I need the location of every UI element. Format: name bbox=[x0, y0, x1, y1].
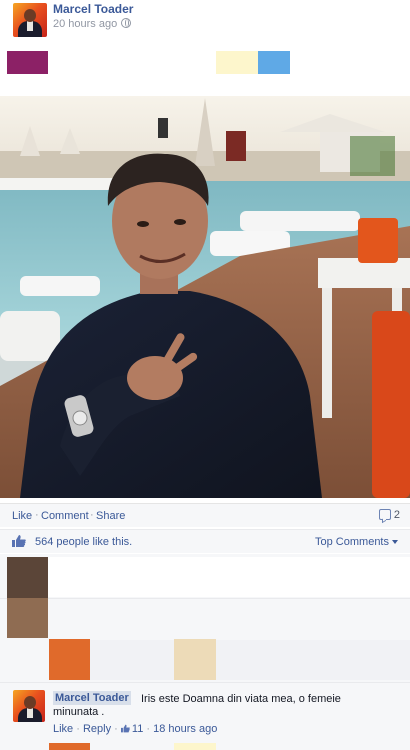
comment-author-name[interactable]: Marcel Toader bbox=[53, 691, 131, 705]
top-comments-label: Top Comments bbox=[315, 536, 389, 548]
comment-bubble-icon bbox=[378, 509, 391, 520]
post-time-text[interactable]: 20 hours ago bbox=[53, 18, 117, 30]
chevron-down-icon bbox=[392, 540, 398, 544]
comment-link[interactable]: Comment bbox=[41, 510, 89, 522]
separator-dot: · bbox=[76, 723, 80, 735]
post-actions-bar: Like · Comment · Share 2 bbox=[0, 503, 410, 527]
comment-count[interactable]: 2 bbox=[378, 509, 400, 521]
swatch-brown-dark bbox=[7, 557, 48, 598]
separator-dot: · bbox=[146, 723, 151, 735]
swatch-sky bbox=[258, 51, 290, 74]
like-link[interactable]: Like bbox=[12, 510, 32, 522]
author-avatar[interactable] bbox=[13, 3, 47, 37]
likes-bar: 564 people like this. Top Comments bbox=[0, 529, 410, 553]
comment-row-placeholder bbox=[48, 599, 410, 639]
post-author-name[interactable]: Marcel Toader bbox=[53, 2, 133, 16]
separator-dot: · bbox=[35, 509, 39, 521]
separator-dot: · bbox=[90, 509, 94, 521]
top-comments-dropdown[interactable]: Top Comments bbox=[315, 536, 398, 548]
post-header: Marcel Toader 20 hours ago bbox=[0, 0, 410, 42]
comment-like-count[interactable]: 11 bbox=[132, 723, 143, 735]
swatch-brown-light bbox=[7, 598, 48, 638]
comment-time[interactable]: 18 hours ago bbox=[153, 723, 217, 735]
post-timestamp[interactable]: 20 hours ago bbox=[53, 18, 132, 30]
commenter-avatar[interactable] bbox=[13, 690, 45, 722]
comment-row-placeholder bbox=[216, 640, 410, 680]
swatch-cream-bottom bbox=[174, 743, 216, 750]
comment-meta: Like · Reply · 11 · 18 hours ago bbox=[53, 723, 217, 735]
globe-icon bbox=[121, 18, 132, 28]
swatch-cream bbox=[216, 51, 258, 74]
likes-count-link[interactable]: 564 people like this. bbox=[35, 536, 132, 548]
swatch-beige bbox=[174, 639, 216, 680]
post-photo[interactable] bbox=[0, 96, 410, 498]
separator-dot: · bbox=[114, 723, 118, 735]
swatch-orange-bottom bbox=[49, 743, 90, 750]
comment-text-line2: minunata . bbox=[53, 706, 105, 718]
swatch-magenta bbox=[7, 51, 48, 74]
thumbs-up-icon bbox=[120, 724, 130, 733]
comment-row-placeholder bbox=[48, 557, 410, 597]
comment-text-line1: Iris este Doamna din viata mea, o femeie bbox=[141, 693, 341, 705]
comment-count-value: 2 bbox=[393, 509, 400, 521]
swatch-orange bbox=[49, 639, 90, 680]
share-link[interactable]: Share bbox=[96, 510, 125, 522]
divider bbox=[0, 682, 410, 683]
comment-row-placeholder bbox=[90, 640, 174, 680]
thumbs-up-icon bbox=[12, 535, 26, 547]
comment-reply-link[interactable]: Reply bbox=[83, 723, 111, 735]
comment-like-link[interactable]: Like bbox=[53, 723, 73, 735]
